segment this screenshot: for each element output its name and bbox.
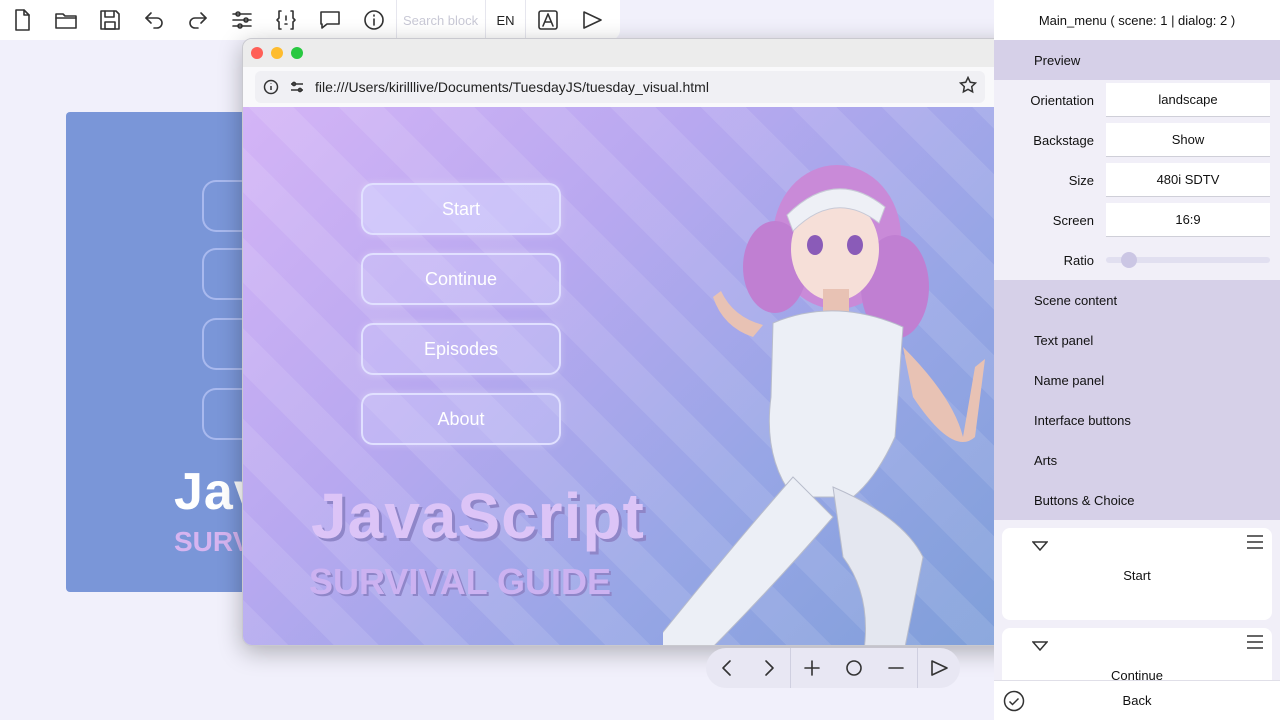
property-row-ratio: Ratio: [994, 240, 1280, 280]
section-text-panel[interactable]: Text panel: [994, 320, 1280, 360]
minimize-window-button[interactable]: [271, 47, 283, 59]
property-label: Screen: [1052, 212, 1094, 228]
permissions-icon[interactable]: [289, 79, 305, 95]
property-row-size: Size 480i SDTV: [994, 160, 1280, 200]
url-field[interactable]: file:///Users/kirilllive/Documents/Tuesd…: [255, 71, 985, 103]
back-button[interactable]: Back: [1034, 693, 1280, 708]
play-icon[interactable]: [918, 648, 960, 688]
section-buttons-choice[interactable]: Buttons & Choice: [994, 480, 1280, 520]
editor-canvas-preview: Jav SURV: [66, 112, 266, 592]
minus-icon[interactable]: [875, 648, 917, 688]
play-icon[interactable]: [570, 0, 614, 40]
character-illustration: [663, 165, 985, 645]
slider-knob[interactable]: [1120, 252, 1137, 268]
section-scene-content[interactable]: Scene content: [994, 280, 1280, 320]
close-window-button[interactable]: [251, 47, 263, 59]
button-card[interactable]: Continue: [1002, 628, 1272, 680]
property-row-backstage: Backstage Show: [994, 120, 1280, 160]
screen-select[interactable]: 16:9: [1106, 203, 1270, 237]
search-block-input[interactable]: [396, 0, 486, 40]
property-label: Backstage: [1033, 132, 1094, 148]
episodes-button[interactable]: Episodes: [361, 323, 561, 375]
button-cards-list: Start Continue: [994, 520, 1280, 680]
panel-title: Main_menu ( scene: 1 | dialog: 2 ): [994, 0, 1280, 40]
check-circle-icon[interactable]: [994, 681, 1034, 720]
undo-icon[interactable]: [132, 0, 176, 40]
info-icon[interactable]: [263, 79, 279, 95]
properties-panel: Main_menu ( scene: 1 | dialog: 2 ) Previ…: [994, 0, 1280, 720]
address-bar: file:///Users/kirilllive/Documents/Tuesd…: [243, 67, 1035, 107]
property-label: Orientation: [1030, 92, 1094, 108]
info-icon[interactable]: [352, 0, 396, 40]
url-text[interactable]: file:///Users/kirilllive/Documents/Tuesd…: [315, 79, 959, 95]
property-label: Size: [1068, 172, 1094, 188]
maximize-window-button[interactable]: [291, 47, 303, 59]
scene-navigation-bar: [706, 648, 960, 688]
comment-icon[interactable]: [308, 0, 352, 40]
property-row-orientation: Orientation landscape: [994, 80, 1280, 120]
save-icon[interactable]: [88, 0, 132, 40]
size-select[interactable]: 480i SDTV: [1106, 163, 1270, 197]
canvas-subtitle-text: SURV: [174, 526, 252, 557]
section-preview[interactable]: Preview: [994, 40, 1280, 80]
circle-icon[interactable]: [833, 648, 875, 688]
property-row-screen: Screen 16:9: [994, 200, 1280, 240]
window-titlebar: [243, 39, 1035, 67]
open-folder-icon[interactable]: [44, 0, 88, 40]
card-label: Continue: [1110, 668, 1164, 680]
code-braces-icon[interactable]: [264, 0, 308, 40]
section-name-panel[interactable]: Name panel: [994, 360, 1280, 400]
back-bar: Back: [994, 680, 1280, 720]
settings-sliders-icon[interactable]: [220, 0, 264, 40]
hamburger-menu-icon[interactable]: [1246, 634, 1264, 650]
top-toolbar: EN: [0, 0, 620, 40]
bookmark-star-icon[interactable]: [958, 75, 978, 99]
browser-window: file:///Users/kirilllive/Documents/Tuesd…: [242, 38, 1036, 646]
continue-button[interactable]: Continue: [361, 253, 561, 305]
orientation-select[interactable]: landscape: [1106, 83, 1270, 117]
plus-icon[interactable]: [791, 648, 833, 688]
language-button[interactable]: EN: [486, 0, 526, 40]
redo-icon[interactable]: [176, 0, 220, 40]
start-button[interactable]: Start: [361, 183, 561, 235]
vector-pen-icon[interactable]: [526, 0, 570, 40]
game-subtitle: SURVIVAL GUIDE: [309, 561, 612, 602]
new-file-icon[interactable]: [0, 0, 44, 40]
section-interface-buttons[interactable]: Interface buttons: [994, 400, 1280, 440]
card-label: Start: [1123, 568, 1151, 583]
chevron-left-icon[interactable]: [706, 648, 748, 688]
ratio-slider[interactable]: [1106, 252, 1270, 268]
backstage-select[interactable]: Show: [1106, 123, 1270, 157]
game-title: JavaScript: [311, 480, 645, 552]
about-button[interactable]: About: [361, 393, 561, 445]
button-card[interactable]: Start: [1002, 528, 1272, 620]
hamburger-menu-icon[interactable]: [1246, 534, 1264, 550]
section-arts[interactable]: Arts: [994, 440, 1280, 480]
collapse-triangle-icon[interactable]: [1031, 538, 1049, 552]
game-viewport: Start Continue Episodes About JavaScript…: [243, 107, 1035, 645]
section-list: Scene content Text panel Name panel Inte…: [994, 280, 1280, 520]
chevron-right-icon[interactable]: [748, 648, 790, 688]
collapse-triangle-icon[interactable]: [1031, 638, 1049, 652]
property-label: Ratio: [1063, 252, 1094, 268]
